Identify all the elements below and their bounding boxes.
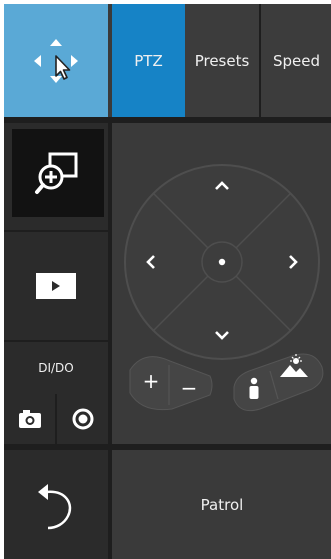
move-cursor-icon bbox=[34, 38, 78, 83]
undo-arrow-icon bbox=[38, 483, 72, 529]
tab-ptz-label: PTZ bbox=[134, 51, 163, 70]
tab-presets[interactable]: Presets bbox=[185, 4, 259, 117]
zoom-out-button[interactable]: − bbox=[170, 369, 208, 407]
tab-presets-label: Presets bbox=[194, 51, 250, 70]
ptz-area: + − bbox=[112, 123, 331, 444]
dido-label: DI/DO bbox=[38, 361, 74, 375]
tab-speed[interactable]: Speed bbox=[261, 4, 331, 117]
tab-speed-label: Speed bbox=[272, 51, 321, 70]
focus-far-button[interactable] bbox=[276, 351, 324, 387]
play-icon bbox=[36, 273, 76, 299]
digital-zoom-icon bbox=[35, 152, 78, 194]
zoom-out-label: − bbox=[180, 376, 198, 400]
tab-ptz[interactable]: PTZ bbox=[112, 4, 185, 117]
pan-left-button[interactable] bbox=[134, 241, 166, 283]
pan-up-button[interactable] bbox=[200, 171, 244, 203]
snapshot-button[interactable] bbox=[4, 394, 55, 444]
pan-down-button[interactable] bbox=[200, 321, 244, 353]
back-button[interactable] bbox=[4, 450, 108, 559]
record-icon bbox=[72, 408, 93, 430]
zoom-tile bbox=[4, 123, 108, 230]
camera-icon bbox=[18, 410, 41, 428]
focus-near-button[interactable] bbox=[236, 371, 272, 409]
dido-button[interactable]: DI/DO bbox=[4, 342, 108, 394]
move-tool-button[interactable] bbox=[4, 4, 108, 117]
patrol-label: Patrol bbox=[200, 495, 244, 514]
control-panel: PTZ Presets Speed DI/DO + − Patrol bbox=[4, 4, 331, 559]
play-button[interactable] bbox=[4, 232, 108, 340]
home-button[interactable] bbox=[204, 244, 240, 280]
zoom-in-button[interactable]: + bbox=[134, 361, 168, 401]
zoom-in-label: + bbox=[142, 369, 160, 393]
pan-right-button[interactable] bbox=[278, 241, 310, 283]
digital-zoom-button[interactable] bbox=[12, 129, 104, 217]
patrol-button[interactable]: Patrol bbox=[112, 450, 331, 559]
record-button[interactable] bbox=[57, 394, 108, 444]
